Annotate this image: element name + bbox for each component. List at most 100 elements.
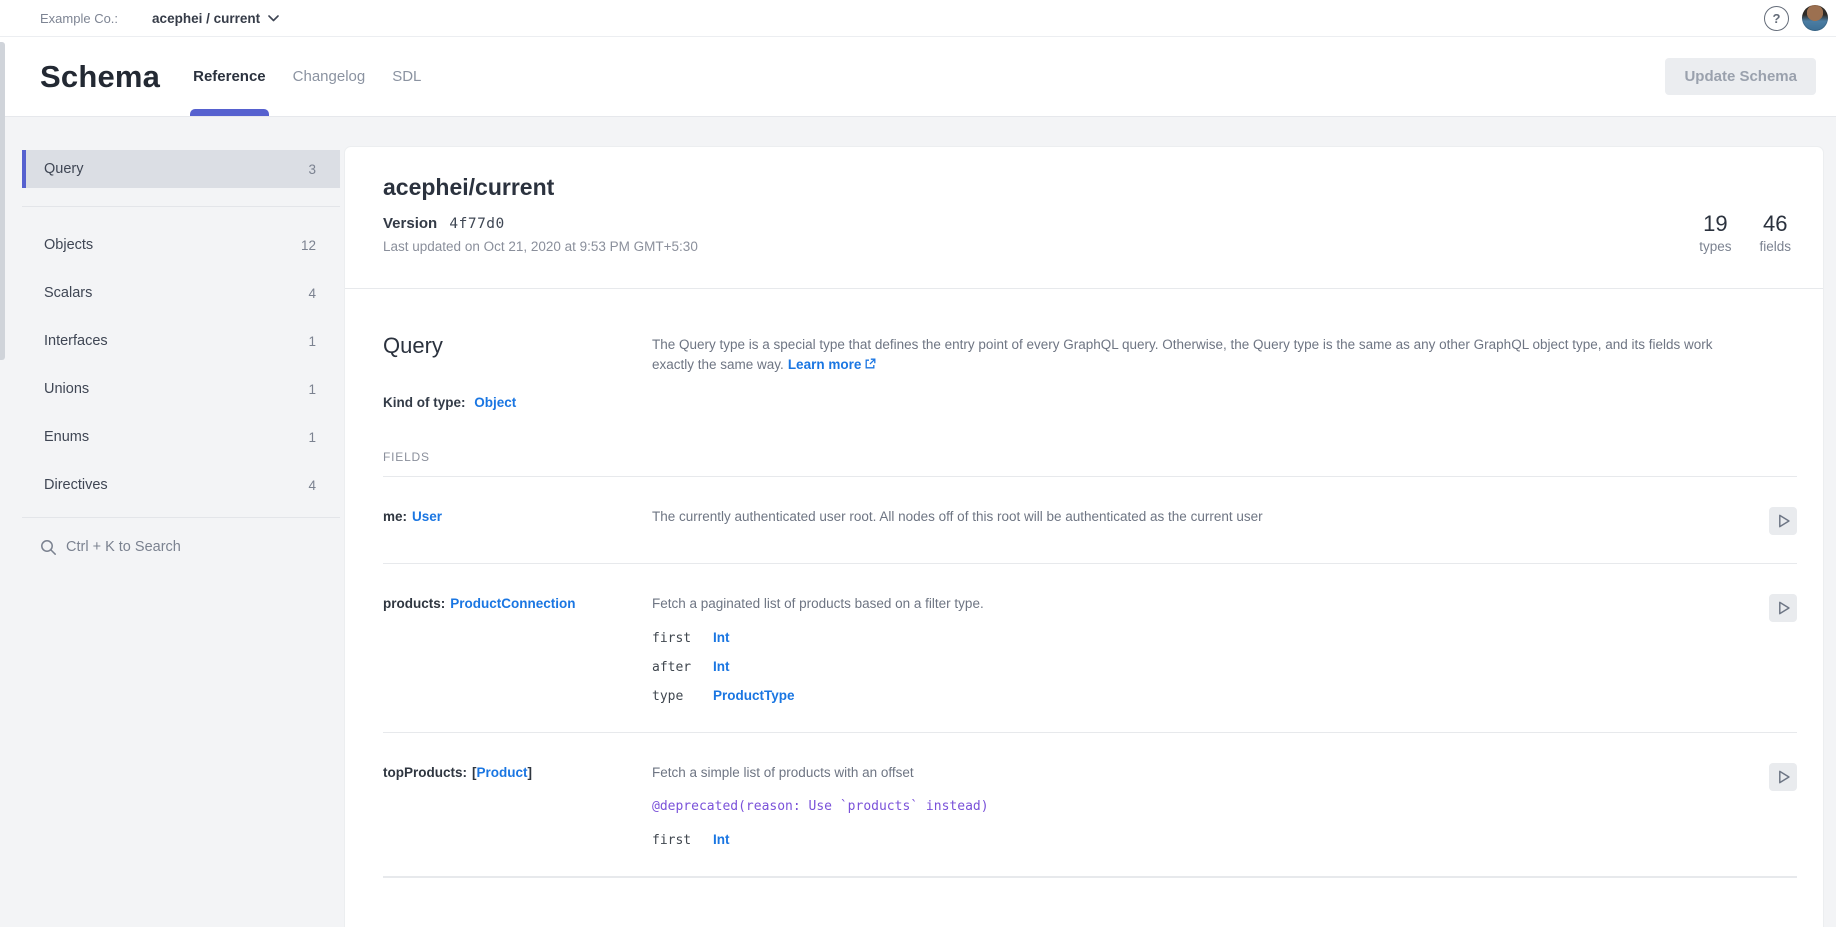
- play-icon: [1772, 597, 1794, 619]
- play-icon: [1772, 510, 1794, 532]
- argument-row: first Int: [652, 832, 1749, 848]
- version-label: Version: [383, 215, 437, 232]
- tab-label: Changelog: [293, 68, 366, 85]
- argument-name: first: [652, 833, 713, 848]
- argument-row: after Int: [652, 659, 1749, 675]
- sidebar-item-query[interactable]: Query 3: [22, 150, 340, 188]
- field-name: products:: [383, 596, 445, 611]
- run-in-explorer-button[interactable]: [1769, 763, 1797, 791]
- field-details: Fetch a simple list of products with an …: [652, 763, 1769, 848]
- run-in-explorer-button[interactable]: [1769, 594, 1797, 622]
- field-signature: topProducts:[Product]: [383, 763, 652, 783]
- stat-value: 19: [1699, 212, 1731, 236]
- argument-name: first: [652, 631, 713, 646]
- sidebar-item-interfaces[interactable]: Interfaces 1: [22, 322, 340, 360]
- stat-label: fields: [1759, 239, 1791, 254]
- graph-summary-header: acephei/current Version 4f77d0 Last upda…: [345, 147, 1823, 288]
- page-header: Schema Reference Changelog SDL Update Sc…: [0, 37, 1836, 117]
- tab-sdl[interactable]: SDL: [392, 37, 421, 116]
- vertical-scrollbar[interactable]: [0, 42, 5, 360]
- sidebar-item-count: 3: [308, 162, 316, 177]
- search-placeholder: Ctrl + K to Search: [66, 539, 181, 555]
- tab-bar: Reference Changelog SDL: [193, 37, 421, 116]
- argument-type-link[interactable]: Int: [713, 659, 730, 674]
- type-description: The Query type is a special type that de…: [652, 333, 1755, 375]
- sidebar-divider: [22, 517, 340, 518]
- learn-more-link[interactable]: Learn more: [788, 357, 877, 372]
- graph-summary-left: acephei/current Version 4f77d0 Last upda…: [383, 173, 698, 254]
- update-schema-button[interactable]: Update Schema: [1665, 58, 1816, 95]
- field-description: Fetch a simple list of products with an …: [652, 763, 1742, 783]
- sidebar-item-count: 4: [308, 286, 316, 301]
- argument-type-link[interactable]: Int: [713, 630, 730, 645]
- field-row-products: products: ProductConnection Fetch a pagin…: [383, 564, 1797, 733]
- argument-name: after: [652, 660, 713, 675]
- question-mark-icon: ?: [1773, 11, 1781, 26]
- graph-selector-label: acephei / current: [152, 11, 260, 26]
- field-signature: products: ProductConnection: [383, 594, 652, 614]
- sidebar-item-label: Objects: [44, 237, 93, 253]
- field-type-link[interactable]: Product: [477, 765, 528, 780]
- argument-row: first Int: [652, 630, 1749, 646]
- sidebar-item-label: Interfaces: [44, 333, 108, 349]
- field-row-me: me: User The currently authenticated user…: [383, 477, 1797, 564]
- deprecated-annotation: @deprecated(reason: Use `products` inste…: [652, 797, 1749, 816]
- sidebar-item-label: Query: [44, 161, 84, 177]
- schema-nav-sidebar: Query 3 Objects 12 Scalars 4 Interfaces …: [22, 150, 340, 562]
- field-name: me:: [383, 509, 407, 524]
- kind-label: Kind of type:: [383, 395, 466, 410]
- help-button[interactable]: ?: [1764, 6, 1789, 31]
- type-header: Query The Query type is a special type t…: [383, 333, 1797, 375]
- sidebar-item-count: 12: [301, 238, 316, 253]
- type-name: Query: [383, 333, 652, 375]
- sidebar-divider: [22, 206, 340, 207]
- user-avatar[interactable]: [1802, 5, 1828, 31]
- sidebar-item-objects[interactable]: Objects 12: [22, 226, 340, 264]
- sidebar-item-count: 1: [308, 382, 316, 397]
- field-type-link[interactable]: User: [412, 509, 442, 524]
- kind-of-type-row: Kind of type: Object: [383, 395, 1797, 410]
- field-signature: me: User: [383, 507, 652, 527]
- org-label: Example Co.:: [40, 11, 118, 26]
- run-in-explorer-button[interactable]: [1769, 507, 1797, 535]
- field-description: The currently authenticated user root. A…: [652, 507, 1742, 527]
- type-section-query: Query The Query type is a special type t…: [345, 289, 1823, 878]
- field-name: topProducts:: [383, 765, 467, 780]
- sidebar-item-enums[interactable]: Enums 1: [22, 418, 340, 456]
- graph-selector-dropdown[interactable]: acephei / current: [152, 11, 279, 26]
- tab-changelog[interactable]: Changelog: [293, 37, 366, 116]
- sidebar-item-label: Enums: [44, 429, 89, 445]
- argument-type-link[interactable]: ProductType: [713, 688, 795, 703]
- search-icon: [40, 539, 57, 556]
- external-link-icon: [864, 358, 876, 370]
- sidebar-item-directives[interactable]: Directives 4: [22, 466, 340, 504]
- sidebar-item-count: 1: [308, 430, 316, 445]
- tab-label: Reference: [193, 68, 266, 85]
- schema-reference-panel: acephei/current Version 4f77d0 Last upda…: [345, 147, 1823, 927]
- top-bar: Example Co.: acephei / current ?: [0, 0, 1836, 37]
- graph-title: acephei/current: [383, 173, 698, 201]
- version-row: Version 4f77d0: [383, 215, 698, 232]
- row-divider: [383, 877, 1797, 878]
- sidebar-item-scalars[interactable]: Scalars 4: [22, 274, 340, 312]
- field-details: Fetch a paginated list of products based…: [652, 594, 1769, 704]
- kind-value-link[interactable]: Object: [474, 395, 516, 410]
- tab-reference[interactable]: Reference: [193, 37, 266, 116]
- chevron-down-icon: [268, 15, 279, 22]
- play-icon: [1772, 766, 1794, 788]
- sidebar-item-unions[interactable]: Unions 1: [22, 370, 340, 408]
- field-description: Fetch a paginated list of products based…: [652, 594, 1742, 614]
- sidebar-item-label: Scalars: [44, 285, 92, 301]
- stat-value: 46: [1759, 212, 1791, 236]
- sidebar-item-count: 4: [308, 478, 316, 493]
- schema-search-trigger[interactable]: Ctrl + K to Search: [22, 532, 340, 562]
- field-row-topproducts: topProducts:[Product] Fetch a simple lis…: [383, 733, 1797, 877]
- argument-name: type: [652, 689, 713, 704]
- page-title: Schema: [40, 59, 160, 95]
- type-suffix: ]: [528, 765, 533, 780]
- field-type-link[interactable]: ProductConnection: [450, 596, 575, 611]
- argument-type-link[interactable]: Int: [713, 832, 730, 847]
- topbar-actions: ?: [1764, 5, 1828, 31]
- schema-stats: 19 types 46 fields: [1699, 212, 1791, 254]
- sidebar-item-label: Directives: [44, 477, 108, 493]
